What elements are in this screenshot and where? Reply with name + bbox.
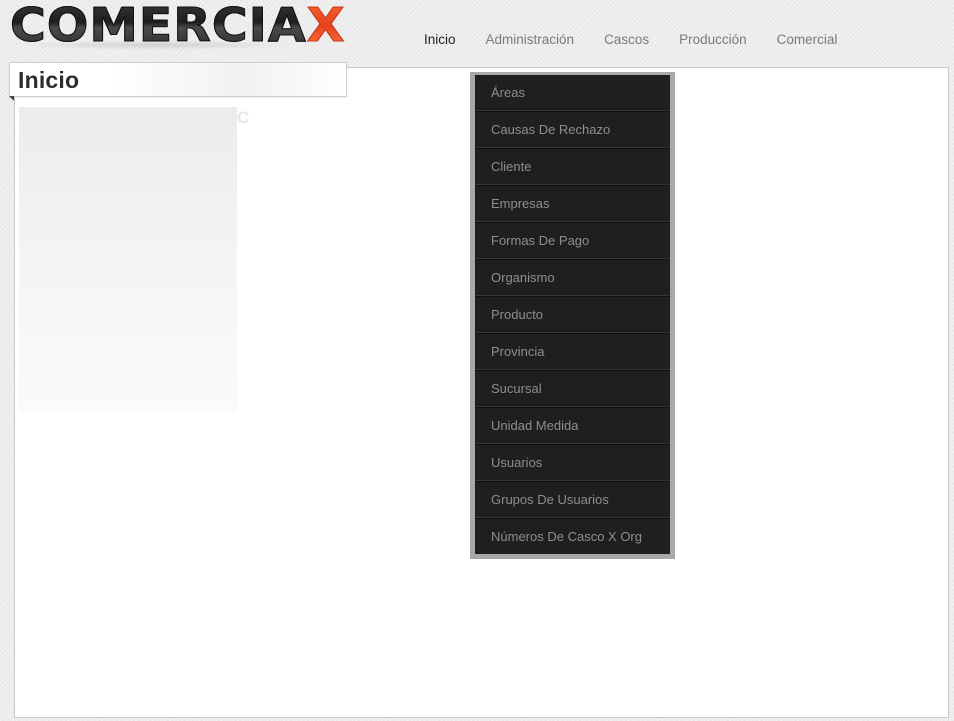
menu-item-grupos-de-usuarios[interactable]: Grupos De Usuarios	[475, 481, 670, 518]
menu-item-provincia[interactable]: Provincia	[475, 333, 670, 370]
menu-item-empresas[interactable]: Empresas	[475, 185, 670, 222]
menu-item-organismo[interactable]: Organismo	[475, 259, 670, 296]
nav-item-administracion[interactable]: Administración	[471, 32, 590, 47]
menu-item-formas-de-pago[interactable]: Formas De Pago	[475, 222, 670, 259]
title-fold-corner	[9, 96, 14, 101]
menu-item-cliente[interactable]: Cliente	[475, 148, 670, 185]
menu-item-producto[interactable]: Producto	[475, 296, 670, 333]
nav-item-cascos[interactable]: Cascos	[589, 32, 664, 47]
logo-reflection	[12, 40, 297, 50]
nav-item-produccion[interactable]: Producción	[664, 32, 762, 47]
page-title-box: Inicio	[9, 62, 347, 97]
logo-text-accent: X	[306, 0, 346, 52]
menu-item-numeros-de-casco-x-org[interactable]: Números De Casco X Org	[475, 518, 670, 554]
image-placeholder	[19, 107, 237, 412]
dropdown-list: Áreas Causas De Rechazo Cliente Empresas…	[475, 75, 670, 554]
nav-item-inicio[interactable]: Inicio	[409, 32, 471, 47]
page-title: Inicio	[18, 67, 80, 93]
menu-item-unidad-medida[interactable]: Unidad Medida	[475, 407, 670, 444]
administracion-dropdown-menu: Áreas Causas De Rechazo Cliente Empresas…	[470, 72, 675, 559]
menu-item-areas[interactable]: Áreas	[475, 75, 670, 111]
menu-item-causas-de-rechazo[interactable]: Causas De Rechazo	[475, 111, 670, 148]
partial-glyph: C	[237, 108, 250, 127]
menu-item-usuarios[interactable]: Usuarios	[475, 444, 670, 481]
menu-item-sucursal[interactable]: Sucursal	[475, 370, 670, 407]
top-navigation: Inicio Administración Cascos Producción …	[409, 31, 852, 47]
nav-item-comercial[interactable]: Comercial	[762, 32, 853, 47]
